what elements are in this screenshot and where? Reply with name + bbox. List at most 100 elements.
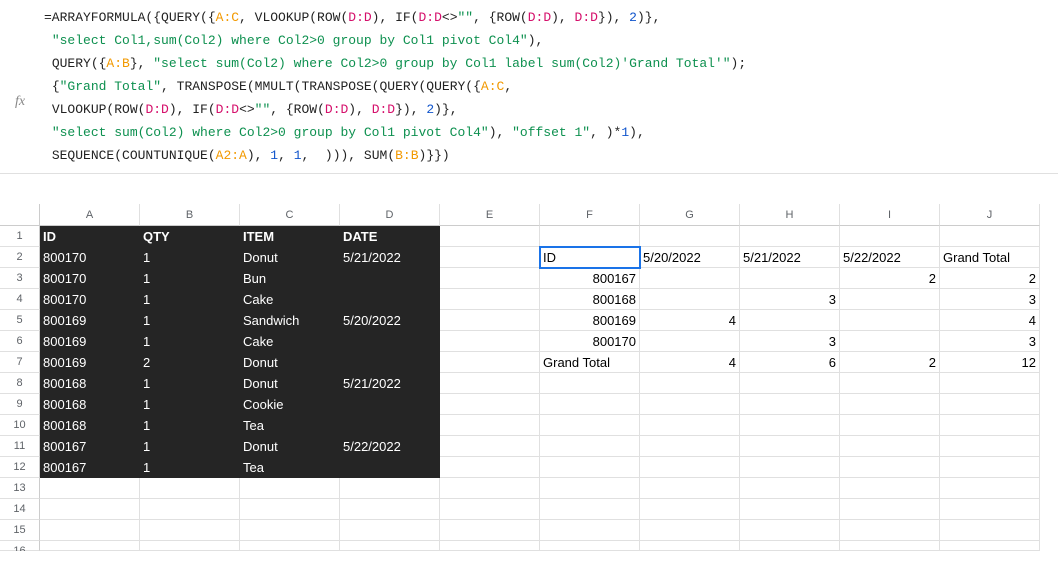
col-header-G[interactable]: G	[640, 204, 740, 226]
cell-A7[interactable]: 800169	[40, 352, 140, 373]
row-header-15[interactable]: 15	[0, 520, 40, 541]
cell-D4[interactable]	[340, 289, 440, 310]
row-header-1[interactable]: 1	[0, 226, 40, 247]
cell-F6[interactable]: 800170	[540, 331, 640, 352]
cell-D1[interactable]: DATE	[340, 226, 440, 247]
cell-I12[interactable]	[840, 457, 940, 478]
cell-A10[interactable]: 800168	[40, 415, 140, 436]
cell-D10[interactable]	[340, 415, 440, 436]
cell-I11[interactable]	[840, 436, 940, 457]
cell-J14[interactable]	[940, 499, 1040, 520]
cell-J16[interactable]	[940, 541, 1040, 551]
cell-I1[interactable]	[840, 226, 940, 247]
cell-H7[interactable]: 6	[740, 352, 840, 373]
cell-F16[interactable]	[540, 541, 640, 551]
cell-H5[interactable]	[740, 310, 840, 331]
cell-B8[interactable]: 1	[140, 373, 240, 394]
cell-G14[interactable]	[640, 499, 740, 520]
cell-G8[interactable]	[640, 373, 740, 394]
cell-E5[interactable]	[440, 310, 540, 331]
cell-B2[interactable]: 1	[140, 247, 240, 268]
cell-B1[interactable]: QTY	[140, 226, 240, 247]
cell-G9[interactable]	[640, 394, 740, 415]
cell-H11[interactable]	[740, 436, 840, 457]
cell-I8[interactable]	[840, 373, 940, 394]
cell-A13[interactable]	[40, 478, 140, 499]
cell-A16[interactable]	[40, 541, 140, 551]
cell-D11[interactable]: 5/22/2022	[340, 436, 440, 457]
select-all-corner[interactable]	[0, 204, 40, 226]
row-header-9[interactable]: 9	[0, 394, 40, 415]
cell-C4[interactable]: Cake	[240, 289, 340, 310]
cell-D9[interactable]	[340, 394, 440, 415]
cell-E3[interactable]	[440, 268, 540, 289]
cell-E16[interactable]	[440, 541, 540, 551]
cell-H3[interactable]	[740, 268, 840, 289]
cell-C12[interactable]: Tea	[240, 457, 340, 478]
cell-C15[interactable]	[240, 520, 340, 541]
cell-I3[interactable]: 2	[840, 268, 940, 289]
cell-H12[interactable]	[740, 457, 840, 478]
cell-D14[interactable]	[340, 499, 440, 520]
col-header-C[interactable]: C	[240, 204, 340, 226]
cell-E9[interactable]	[440, 394, 540, 415]
cell-D6[interactable]	[340, 331, 440, 352]
cell-C10[interactable]: Tea	[240, 415, 340, 436]
cell-F12[interactable]	[540, 457, 640, 478]
cell-H10[interactable]	[740, 415, 840, 436]
cell-I5[interactable]	[840, 310, 940, 331]
cell-F9[interactable]	[540, 394, 640, 415]
cell-I7[interactable]: 2	[840, 352, 940, 373]
row-header-16[interactable]: 16	[0, 541, 40, 551]
cell-B3[interactable]: 1	[140, 268, 240, 289]
row-header-11[interactable]: 11	[0, 436, 40, 457]
cell-C13[interactable]	[240, 478, 340, 499]
cell-B12[interactable]: 1	[140, 457, 240, 478]
cell-C16[interactable]	[240, 541, 340, 551]
col-header-F[interactable]: F	[540, 204, 640, 226]
cell-D13[interactable]	[340, 478, 440, 499]
cell-J13[interactable]	[940, 478, 1040, 499]
cell-C2[interactable]: Donut	[240, 247, 340, 268]
cell-I14[interactable]	[840, 499, 940, 520]
cell-B10[interactable]: 1	[140, 415, 240, 436]
cell-H13[interactable]	[740, 478, 840, 499]
cell-F13[interactable]	[540, 478, 640, 499]
cell-G7[interactable]: 4	[640, 352, 740, 373]
cell-I13[interactable]	[840, 478, 940, 499]
cell-A4[interactable]: 800170	[40, 289, 140, 310]
cell-E11[interactable]	[440, 436, 540, 457]
cell-D8[interactable]: 5/21/2022	[340, 373, 440, 394]
cell-G4[interactable]	[640, 289, 740, 310]
cell-J11[interactable]	[940, 436, 1040, 457]
cell-D2[interactable]: 5/21/2022	[340, 247, 440, 268]
cell-H6[interactable]: 3	[740, 331, 840, 352]
row-header-10[interactable]: 10	[0, 415, 40, 436]
cell-G16[interactable]	[640, 541, 740, 551]
cell-G3[interactable]	[640, 268, 740, 289]
cell-C6[interactable]: Cake	[240, 331, 340, 352]
row-header-4[interactable]: 4	[0, 289, 40, 310]
cell-J15[interactable]	[940, 520, 1040, 541]
cell-E12[interactable]	[440, 457, 540, 478]
cell-E10[interactable]	[440, 415, 540, 436]
col-header-A[interactable]: A	[40, 204, 140, 226]
cell-A12[interactable]: 800167	[40, 457, 140, 478]
col-header-J[interactable]: J	[940, 204, 1040, 226]
row-header-13[interactable]: 13	[0, 478, 40, 499]
cell-E6[interactable]	[440, 331, 540, 352]
cell-E7[interactable]	[440, 352, 540, 373]
cell-J2[interactable]: Grand Total	[940, 247, 1040, 268]
cell-D16[interactable]	[340, 541, 440, 551]
cell-F4[interactable]: 800168	[540, 289, 640, 310]
cell-B14[interactable]	[140, 499, 240, 520]
cell-A15[interactable]	[40, 520, 140, 541]
cell-I2[interactable]: 5/22/2022	[840, 247, 940, 268]
cell-F1[interactable]	[540, 226, 640, 247]
row-header-12[interactable]: 12	[0, 457, 40, 478]
cell-H2[interactable]: 5/21/2022	[740, 247, 840, 268]
cell-G15[interactable]	[640, 520, 740, 541]
cell-C3[interactable]: Bun	[240, 268, 340, 289]
formula-input[interactable]: =ARRAYFORMULA({QUERY({A:C, VLOOKUP(ROW(D…	[40, 6, 746, 167]
cell-A6[interactable]: 800169	[40, 331, 140, 352]
